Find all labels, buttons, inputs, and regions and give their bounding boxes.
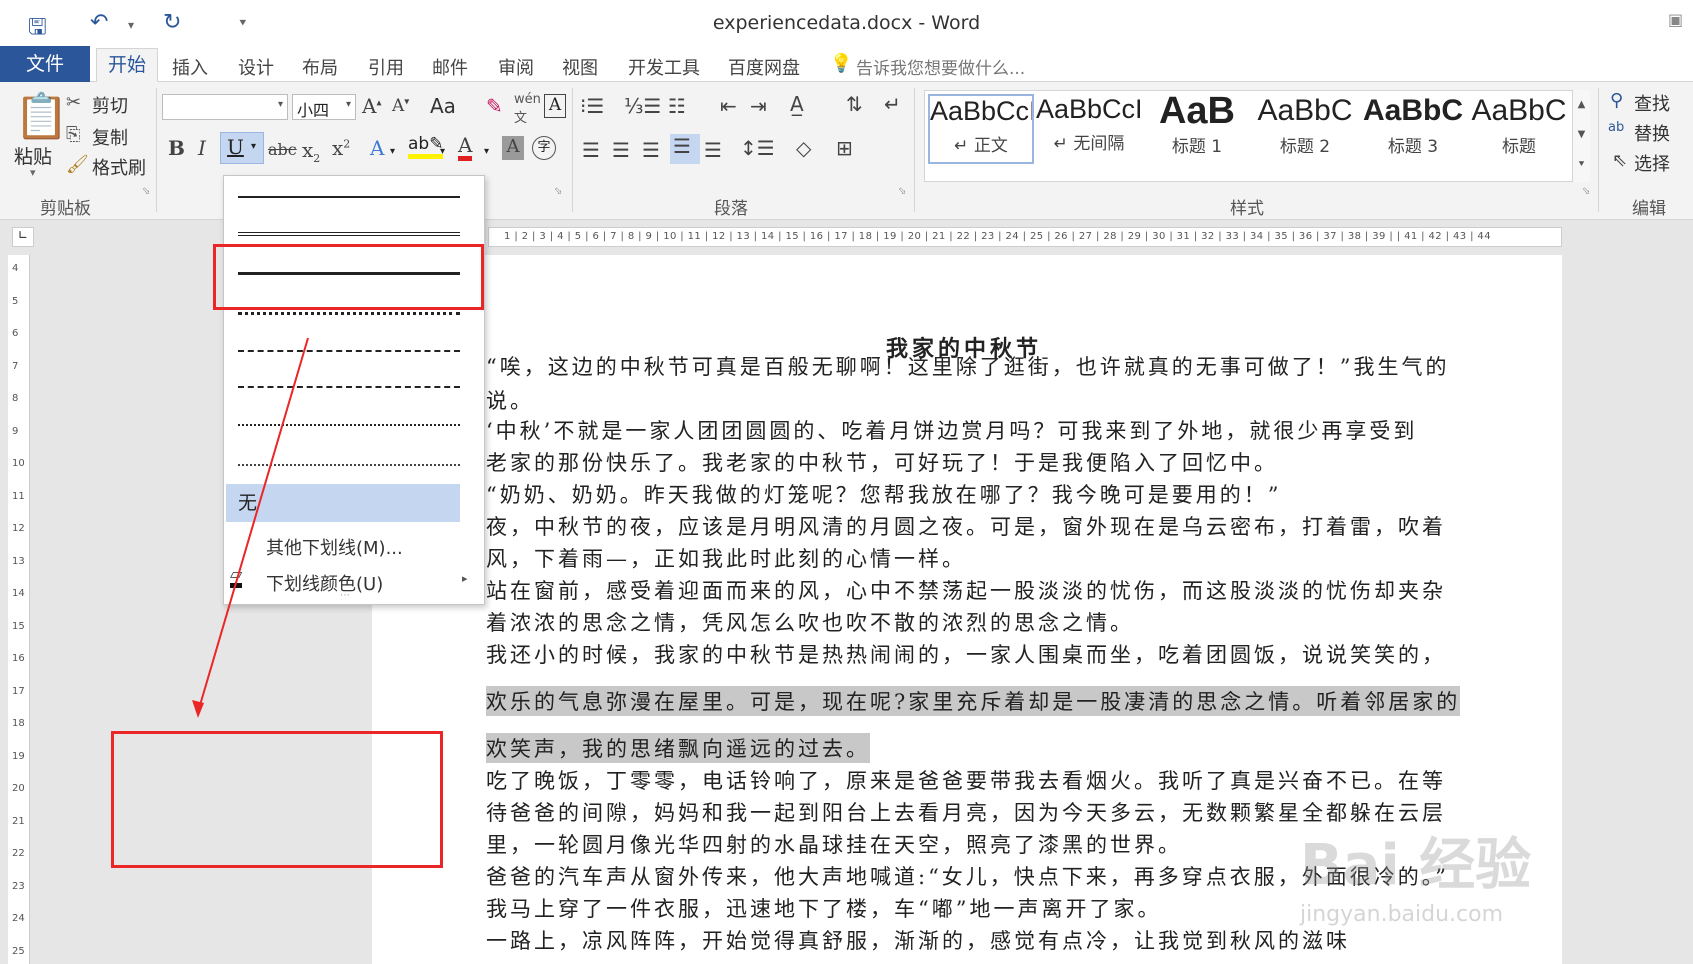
baidu-watermark-url: jingyan.baidu.com <box>1300 902 1504 927</box>
baidu-watermark: Bai 经验 <box>1300 833 1532 898</box>
arrow-line <box>197 337 309 713</box>
arrow-head <box>192 700 204 718</box>
